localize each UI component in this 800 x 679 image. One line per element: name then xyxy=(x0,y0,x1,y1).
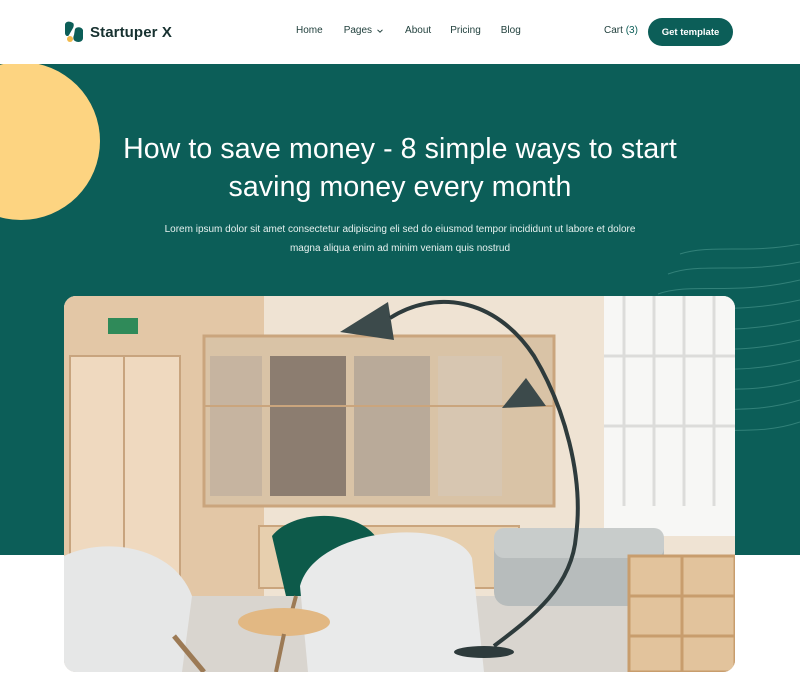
nav-item-pages-label: Pages xyxy=(343,25,373,36)
cart-link[interactable]: Cart (3) xyxy=(604,25,638,36)
brand-name: Startuper X xyxy=(90,23,172,41)
nav-item-home[interactable]: Home xyxy=(296,25,323,36)
page-title: How to save money - 8 simple ways to sta… xyxy=(123,133,677,203)
page-subtitle: Lorem ipsum dolor sit amet consectetur a… xyxy=(164,224,636,254)
nav-item-about[interactable]: About xyxy=(405,25,431,36)
main-nav: Home Pages About Pricing Blog xyxy=(296,25,521,36)
featured-image xyxy=(64,296,735,672)
get-template-button[interactable]: Get template xyxy=(648,18,733,46)
chevron-down-icon xyxy=(377,28,383,33)
cart-label: Cart xyxy=(604,25,623,36)
cart-count: (3) xyxy=(625,25,638,36)
office-lounge-illustration xyxy=(64,296,735,672)
nav-item-pricing[interactable]: Pricing xyxy=(450,25,481,36)
nav-item-pages[interactable]: Pages xyxy=(344,25,384,36)
decorative-circle xyxy=(0,64,100,220)
brand-link[interactable]: Startuper X xyxy=(64,20,172,44)
leaf-logo-icon xyxy=(65,21,83,42)
nav-item-blog[interactable]: Blog xyxy=(501,25,521,36)
navbar: Startuper X Home Pages About Pricing Blo… xyxy=(0,0,800,64)
